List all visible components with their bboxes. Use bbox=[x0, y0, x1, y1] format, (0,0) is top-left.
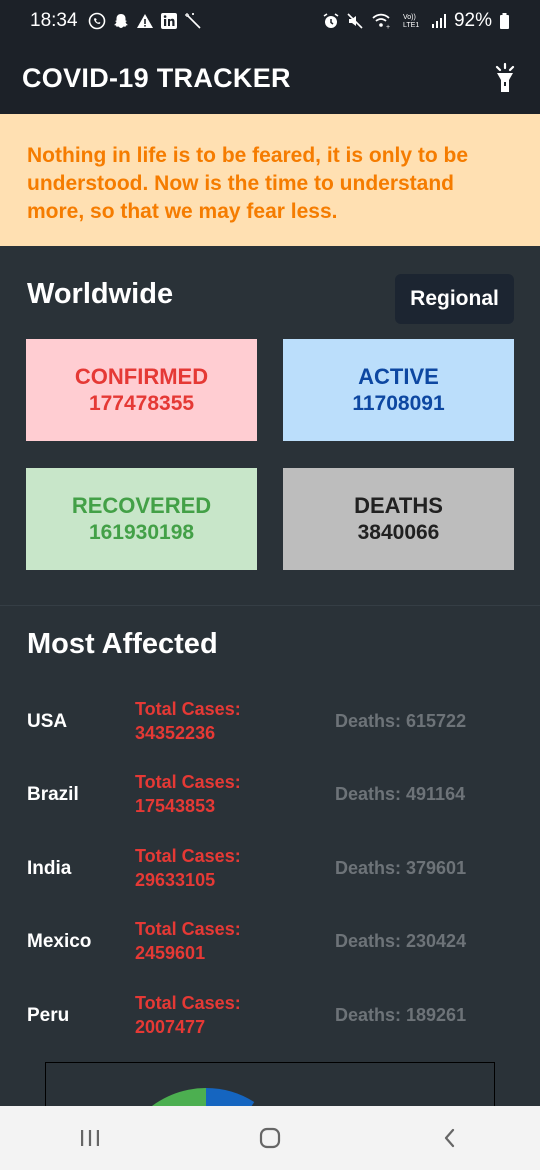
worldwide-title: Worldwide bbox=[27, 278, 174, 310]
total-cases-value: 17543853 bbox=[135, 796, 216, 816]
list-item[interactable]: Peru Total Cases: 2007477 Deaths: 189261 bbox=[0, 989, 540, 1049]
battery-percent: 92% bbox=[453, 10, 492, 31]
country-name: Peru bbox=[27, 1005, 70, 1026]
country-name: Mexico bbox=[27, 931, 92, 952]
whatsapp-icon bbox=[88, 12, 106, 30]
app-title: COVID-19 TRACKER bbox=[22, 62, 291, 93]
recovered-value: 161930198 bbox=[88, 521, 195, 544]
deaths-count: Deaths: 230424 bbox=[335, 931, 467, 951]
alert-icon bbox=[136, 12, 154, 30]
mute-icon bbox=[346, 12, 364, 30]
country-name: Brazil bbox=[27, 784, 79, 805]
magic-wand-icon bbox=[184, 12, 202, 30]
svg-text:+: + bbox=[386, 24, 390, 30]
total-cases-label: Total Cases: bbox=[135, 919, 241, 939]
system-nav-bar bbox=[0, 1106, 540, 1170]
volte-icon: Vo)) LTE1 bbox=[402, 12, 424, 30]
status-bar: 18:34 + Vo)) LTE1 92% bbox=[0, 0, 540, 42]
deaths-count: Deaths: 379601 bbox=[335, 858, 467, 878]
recovered-card[interactable]: RECOVERED 161930198 bbox=[26, 468, 257, 570]
country-name: India bbox=[27, 858, 72, 879]
confirmed-label: CONFIRMED bbox=[74, 364, 209, 389]
total-cases-value: 2007477 bbox=[135, 1017, 206, 1037]
list-item[interactable]: India Total Cases: 29633105 Deaths: 37960… bbox=[0, 842, 540, 902]
recent-apps-icon[interactable] bbox=[60, 1118, 120, 1158]
total-cases: Total Cases: 2459601 bbox=[135, 917, 241, 965]
linkedin-icon bbox=[160, 12, 178, 30]
total-cases-value: 29633105 bbox=[135, 870, 216, 890]
wifi-icon: + bbox=[370, 12, 396, 30]
svg-text:Vo)): Vo)) bbox=[403, 14, 416, 21]
status-time: 18:34 bbox=[30, 10, 78, 31]
country-name: USA bbox=[27, 711, 68, 732]
home-icon[interactable] bbox=[240, 1118, 300, 1158]
most-affected-title: Most Affected bbox=[27, 628, 218, 660]
section-divider bbox=[0, 605, 540, 606]
list-item[interactable]: Brazil Total Cases: 17543853 Deaths: 4911… bbox=[0, 768, 540, 828]
snapchat-icon bbox=[112, 12, 130, 30]
deaths-count: Deaths: 491164 bbox=[335, 784, 466, 804]
total-cases-label: Total Cases: bbox=[135, 772, 241, 792]
total-cases: Total Cases: 2007477 bbox=[135, 991, 241, 1039]
total-cases-label: Total Cases: bbox=[135, 846, 241, 866]
alarm-icon bbox=[322, 12, 340, 30]
total-cases: Total Cases: 29633105 bbox=[135, 844, 241, 892]
recovered-label: RECOVERED bbox=[71, 493, 212, 518]
confirmed-card[interactable]: CONFIRMED 177478355 bbox=[26, 339, 257, 441]
flashlight-icon[interactable] bbox=[490, 60, 520, 96]
total-cases-value: 2459601 bbox=[135, 943, 206, 963]
confirmed-value: 177478355 bbox=[88, 392, 195, 415]
signal-icon bbox=[430, 12, 448, 30]
regional-button[interactable]: Regional bbox=[395, 274, 514, 324]
active-label: ACTIVE bbox=[358, 364, 439, 389]
list-item[interactable]: USA Total Cases: 34352236 Deaths: 615722 bbox=[0, 695, 540, 755]
quote-banner: Nothing in life is to be feared, it is o… bbox=[0, 114, 540, 246]
total-cases-label: Total Cases: bbox=[135, 993, 241, 1013]
app-bar: COVID-19 TRACKER bbox=[0, 42, 540, 114]
total-cases-label: Total Cases: bbox=[135, 699, 241, 719]
active-card[interactable]: ACTIVE 11708091 bbox=[283, 339, 514, 441]
deaths-card[interactable]: DEATHS 3840066 bbox=[283, 468, 514, 570]
svg-text:LTE1: LTE1 bbox=[403, 22, 419, 29]
total-cases: Total Cases: 17543853 bbox=[135, 770, 241, 818]
active-value: 11708091 bbox=[352, 392, 445, 415]
total-cases-value: 34352236 bbox=[135, 723, 216, 743]
deaths-value: 3840066 bbox=[357, 521, 440, 544]
deaths-count: Deaths: 615722 bbox=[335, 711, 467, 731]
list-item[interactable]: Mexico Total Cases: 2459601 Deaths: 23042… bbox=[0, 915, 540, 975]
battery-icon bbox=[498, 12, 510, 30]
deaths-count: Deaths: 189261 bbox=[335, 1005, 467, 1025]
back-icon[interactable] bbox=[420, 1118, 480, 1158]
deaths-label: DEATHS bbox=[354, 493, 443, 518]
total-cases: Total Cases: 34352236 bbox=[135, 697, 241, 745]
